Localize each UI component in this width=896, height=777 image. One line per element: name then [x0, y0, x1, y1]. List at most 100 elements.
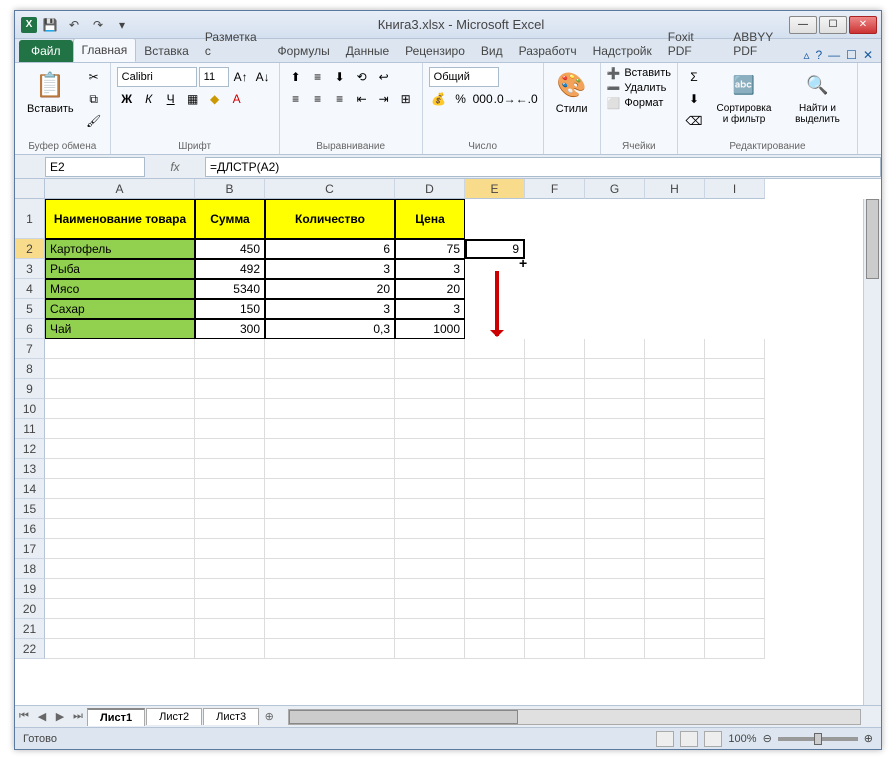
- view-page-layout-icon[interactable]: [680, 731, 698, 747]
- cell-name-0[interactable]: Картофель: [45, 239, 195, 259]
- empty-cell[interactable]: [395, 639, 465, 659]
- empty-cell[interactable]: [395, 459, 465, 479]
- empty-cell[interactable]: [465, 439, 525, 459]
- header-cell-2[interactable]: Количество: [265, 199, 395, 239]
- view-normal-icon[interactable]: [656, 731, 674, 747]
- empty-cell[interactable]: [585, 339, 645, 359]
- empty-cell[interactable]: [395, 539, 465, 559]
- empty-cell[interactable]: [45, 599, 195, 619]
- zoom-out-icon[interactable]: ⊖: [763, 732, 772, 745]
- header-cell-3[interactable]: Цена: [395, 199, 465, 239]
- empty-cell[interactable]: [705, 639, 765, 659]
- row-header-12[interactable]: 12: [15, 439, 45, 459]
- column-header-B[interactable]: B: [195, 179, 265, 199]
- empty-cell[interactable]: [585, 599, 645, 619]
- empty-cell[interactable]: [465, 359, 525, 379]
- tab-home[interactable]: Главная: [73, 38, 137, 62]
- comma-icon[interactable]: 000: [473, 89, 493, 109]
- empty-cell[interactable]: [45, 639, 195, 659]
- undo-icon[interactable]: ↶: [63, 14, 85, 36]
- row-header-1[interactable]: 1: [15, 199, 45, 239]
- empty-cell[interactable]: [705, 579, 765, 599]
- empty-cell[interactable]: [645, 539, 705, 559]
- empty-cell[interactable]: [465, 399, 525, 419]
- row-header-14[interactable]: 14: [15, 479, 45, 499]
- vertical-scrollbar[interactable]: [863, 199, 881, 705]
- row-header-16[interactable]: 16: [15, 519, 45, 539]
- italic-icon[interactable]: К: [139, 89, 159, 109]
- empty-cell[interactable]: [525, 559, 585, 579]
- column-header-C[interactable]: C: [265, 179, 395, 199]
- styles-button[interactable]: 🎨 Стили: [550, 67, 594, 117]
- empty-cell[interactable]: [525, 419, 585, 439]
- view-page-break-icon[interactable]: [704, 731, 722, 747]
- empty-cell[interactable]: [195, 339, 265, 359]
- row-header-5[interactable]: 5: [15, 299, 45, 319]
- empty-cell[interactable]: [525, 639, 585, 659]
- cell-price-4[interactable]: 1000: [395, 319, 465, 339]
- empty-cell[interactable]: [195, 599, 265, 619]
- empty-cell[interactable]: [45, 499, 195, 519]
- border-icon[interactable]: ▦: [183, 89, 203, 109]
- sort-filter-button[interactable]: 🔤 Сортировка и фильтр: [708, 67, 780, 127]
- empty-cell[interactable]: [705, 419, 765, 439]
- empty-cell[interactable]: [465, 619, 525, 639]
- row-header-11[interactable]: 11: [15, 419, 45, 439]
- empty-cell[interactable]: [525, 579, 585, 599]
- empty-cell[interactable]: [465, 519, 525, 539]
- empty-cell[interactable]: [265, 539, 395, 559]
- zoom-slider[interactable]: [778, 737, 858, 741]
- empty-cell[interactable]: [645, 359, 705, 379]
- column-header-H[interactable]: H: [645, 179, 705, 199]
- empty-cell[interactable]: [525, 599, 585, 619]
- empty-cell[interactable]: [645, 399, 705, 419]
- empty-cell[interactable]: [465, 559, 525, 579]
- tab-data[interactable]: Данные: [338, 40, 397, 62]
- fx-icon[interactable]: fx: [160, 160, 189, 174]
- sheet-tab-2[interactable]: Лист2: [146, 708, 202, 725]
- empty-cell[interactable]: [45, 579, 195, 599]
- percent-icon[interactable]: %: [451, 89, 471, 109]
- row-header-20[interactable]: 20: [15, 599, 45, 619]
- row-header-10[interactable]: 10: [15, 399, 45, 419]
- empty-cell[interactable]: [525, 379, 585, 399]
- help-icon[interactable]: ?: [815, 48, 822, 62]
- empty-cell[interactable]: [45, 339, 195, 359]
- empty-cell[interactable]: [465, 419, 525, 439]
- doc-close-icon[interactable]: ✕: [863, 48, 873, 62]
- row-header-9[interactable]: 9: [15, 379, 45, 399]
- row-header-17[interactable]: 17: [15, 539, 45, 559]
- empty-cell[interactable]: [395, 559, 465, 579]
- tab-review[interactable]: Рецензиро: [397, 40, 473, 62]
- empty-cell[interactable]: [265, 599, 395, 619]
- fill-handle-icon[interactable]: +: [519, 255, 527, 271]
- cell-price-2[interactable]: 20: [395, 279, 465, 299]
- empty-cell[interactable]: [265, 479, 395, 499]
- cell-name-4[interactable]: Чай: [45, 319, 195, 339]
- empty-cell[interactable]: [525, 519, 585, 539]
- merge-icon[interactable]: ⊞: [396, 89, 416, 109]
- align-center-icon[interactable]: ≡: [308, 89, 328, 109]
- empty-cell[interactable]: [395, 359, 465, 379]
- empty-cell[interactable]: [45, 379, 195, 399]
- empty-cell[interactable]: [265, 379, 395, 399]
- empty-cell[interactable]: [645, 459, 705, 479]
- tab-addins[interactable]: Надстройк: [585, 40, 660, 62]
- fill-icon[interactable]: ⬇: [684, 89, 704, 109]
- empty-cell[interactable]: [645, 639, 705, 659]
- empty-cell[interactable]: [195, 559, 265, 579]
- row-header-15[interactable]: 15: [15, 499, 45, 519]
- font-name-combo[interactable]: Calibri: [117, 67, 197, 87]
- empty-cell[interactable]: [705, 339, 765, 359]
- empty-cell[interactable]: [525, 479, 585, 499]
- empty-cell[interactable]: [585, 399, 645, 419]
- increase-decimal-icon[interactable]: .0→: [495, 89, 515, 109]
- empty-cell[interactable]: [45, 559, 195, 579]
- clear-icon[interactable]: ⌫: [684, 111, 704, 131]
- empty-cell[interactable]: [395, 619, 465, 639]
- sheet-nav-last-icon[interactable]: ⏭: [69, 708, 87, 726]
- empty-cell[interactable]: [705, 359, 765, 379]
- find-select-button[interactable]: 🔍 Найти и выделить: [784, 67, 851, 127]
- empty-cell[interactable]: [585, 439, 645, 459]
- empty-cell[interactable]: [705, 519, 765, 539]
